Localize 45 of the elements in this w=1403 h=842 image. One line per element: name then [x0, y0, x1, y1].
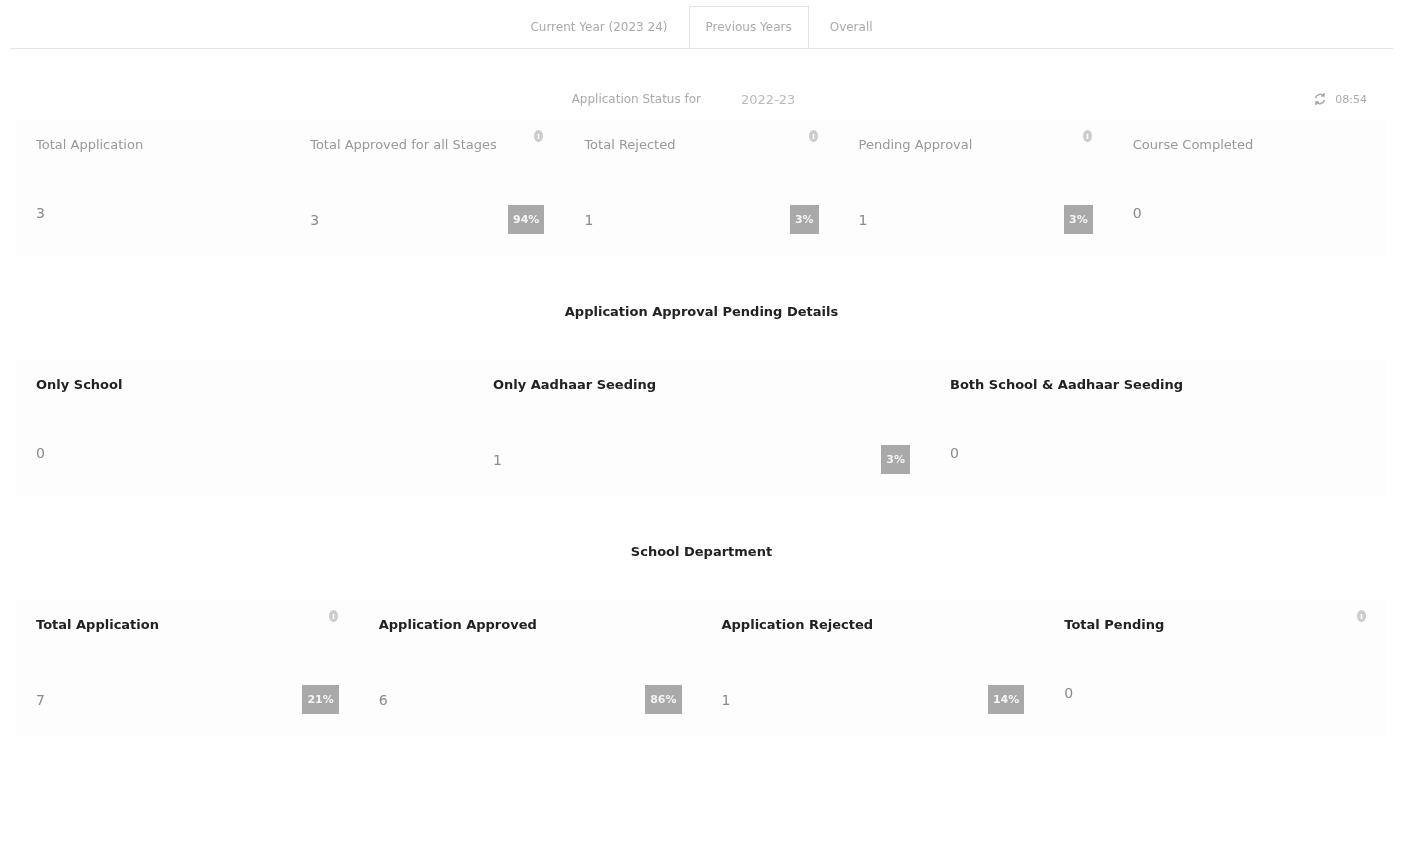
- card-title: Only Aadhaar Seeding: [493, 377, 656, 392]
- card-value: 0: [36, 445, 45, 461]
- update-time: 08:54: [1335, 92, 1367, 106]
- info-icon[interactable]: [327, 609, 339, 623]
- percent-badge: 86%: [645, 685, 682, 714]
- card-value: 1: [858, 211, 868, 228]
- card-title: Total Rejected: [584, 137, 676, 152]
- info-icon[interactable]: [533, 129, 545, 143]
- card-value: 7: [36, 691, 45, 708]
- card-value: 1: [721, 691, 731, 708]
- card-value: 3: [36, 205, 45, 221]
- card-value: 0: [1132, 205, 1142, 221]
- percent-badge: 3%: [1064, 205, 1093, 234]
- refresh-icon[interactable]: [1313, 92, 1328, 106]
- card-title: Total Approved for all Stages: [310, 137, 497, 152]
- card-value: 0: [950, 445, 959, 461]
- card-title: Only School: [36, 377, 123, 392]
- card-title: Pending Approval: [858, 137, 973, 152]
- card-title: Application Approved: [378, 617, 537, 632]
- percent-badge: 3%: [789, 205, 819, 234]
- percent-badge: 14%: [987, 685, 1025, 714]
- card-title: Total Pending: [1064, 617, 1165, 632]
- percent-badge: 21%: [302, 685, 339, 714]
- section-title: School Department: [629, 544, 774, 559]
- card-value: 1: [493, 451, 502, 468]
- tab[interactable]: Previous Years: [688, 6, 809, 48]
- percent-badge: 3%: [881, 445, 910, 474]
- section-title: Application Approval Pending Details: [563, 304, 840, 319]
- percent-badge: 94%: [508, 205, 545, 234]
- card-title: Total Application: [36, 137, 144, 152]
- info-icon[interactable]: [1081, 129, 1093, 143]
- card-title: Application Rejected: [721, 617, 874, 632]
- card-title: Both School & Aadhaar Seeding: [950, 377, 1184, 392]
- card-title: Course Completed: [1132, 137, 1254, 152]
- card-title: Total Application: [36, 617, 159, 632]
- info-icon[interactable]: [1356, 609, 1367, 623]
- status-label: Application Status for: [571, 92, 702, 106]
- info-icon[interactable]: [807, 129, 819, 143]
- year-dropdown[interactable]: 2022-23: [741, 87, 832, 111]
- card-value: 1: [584, 211, 594, 228]
- card-value: 0: [1064, 685, 1074, 701]
- card-value: 3: [310, 211, 320, 228]
- card-value: 6: [378, 691, 388, 708]
- tab[interactable]: Overall: [812, 6, 890, 48]
- tab[interactable]: Current Year (2023 24): [513, 6, 685, 48]
